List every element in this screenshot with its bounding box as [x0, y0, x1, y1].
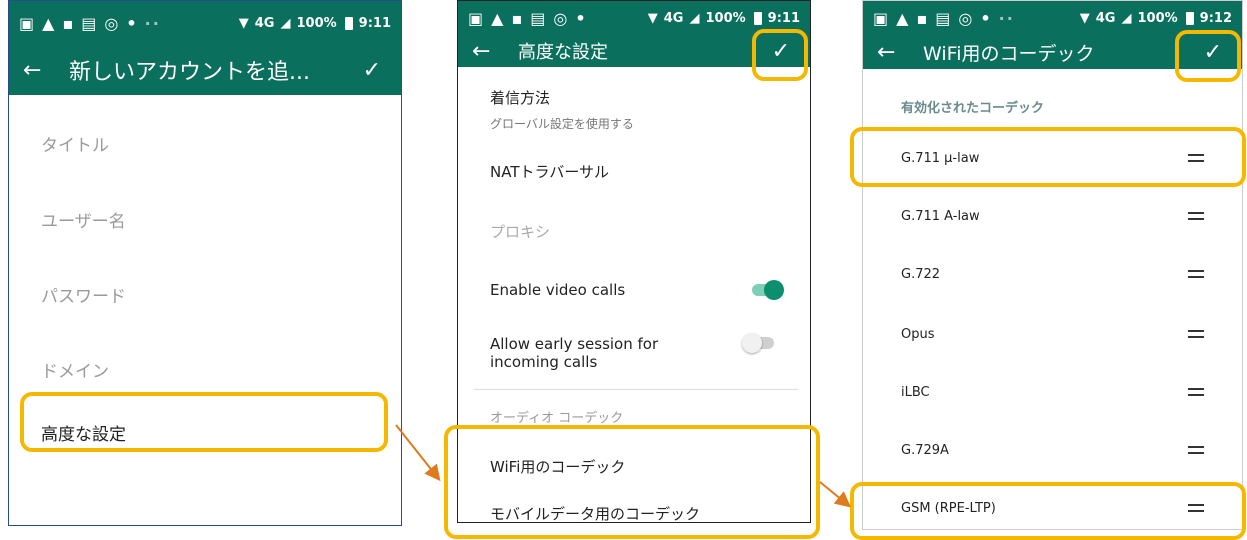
arrow	[395, 424, 441, 482]
flow-arrows	[395, 424, 852, 508]
arrow	[819, 481, 852, 508]
